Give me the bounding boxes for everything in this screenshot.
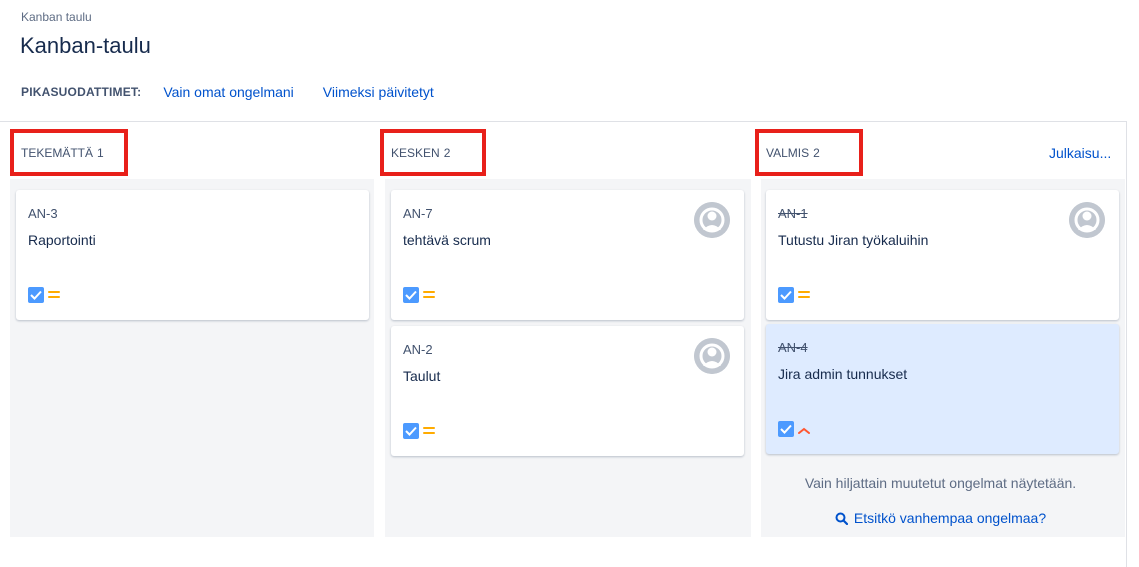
checkbox-task-icon xyxy=(403,423,419,439)
issue-summary: Taulut xyxy=(403,368,441,384)
breadcrumb[interactable]: Kanban taulu xyxy=(21,10,92,24)
issue-key[interactable]: AN-1 xyxy=(778,206,808,221)
column-count: 2 xyxy=(813,145,820,160)
issue-card[interactable]: AN-2 Taulut xyxy=(391,326,744,456)
column-header-in-progress: KESKEN 2 xyxy=(380,129,486,176)
quick-filter-recently-updated[interactable]: Viimeksi päivitetyt xyxy=(323,84,434,100)
issue-summary: Jira admin tunnukset xyxy=(778,366,908,382)
checkbox-task-icon xyxy=(403,287,419,303)
default-avatar-icon[interactable] xyxy=(694,338,730,374)
issue-key[interactable]: AN-3 xyxy=(28,206,58,221)
checkbox-task-icon xyxy=(28,287,44,303)
default-avatar-icon[interactable] xyxy=(1069,202,1105,238)
column-name: VALMIS xyxy=(766,145,810,160)
checkbox-task-icon xyxy=(778,287,794,303)
issue-summary: Raportointi xyxy=(28,232,96,248)
checkbox-task-icon xyxy=(778,421,794,437)
column-title-highlight: KESKEN 2 xyxy=(380,129,486,176)
issue-card[interactable]: AN-7 tehtävä scrum xyxy=(391,190,744,320)
issue-key[interactable]: AN-2 xyxy=(403,342,433,357)
page-title: Kanban-taulu xyxy=(20,33,151,58)
priority-medium-icon xyxy=(423,425,435,435)
priority-medium-icon xyxy=(798,289,810,299)
column-header-todo: TEKEMÄTTÄ 1 xyxy=(10,129,128,176)
recent-issues-note: Vain hiljattain muutetut ongelmat näytet… xyxy=(804,475,1077,491)
priority-medium-icon xyxy=(48,289,60,299)
issue-card[interactable]: AN-3 Raportointi xyxy=(16,190,369,320)
column-todo: AN-3 Raportointi xyxy=(10,179,374,537)
column-name: TEKEMÄTTÄ xyxy=(21,145,94,160)
quick-filters: PIKASUODATTIMET: Vain omat ongelmani Vii… xyxy=(21,84,463,100)
issue-card[interactable]: AN-1 Tutustu Jiran työkaluihin xyxy=(766,190,1119,320)
column-in-progress: AN-7 tehtävä scrum AN-2 Taulut xyxy=(385,179,751,537)
column-count: 2 xyxy=(443,145,451,160)
issue-summary: tehtävä scrum xyxy=(403,232,491,248)
search-icon xyxy=(835,512,848,528)
release-link[interactable]: Julkaisu... xyxy=(1049,145,1111,161)
default-avatar-icon[interactable] xyxy=(694,202,730,238)
priority-medium-icon xyxy=(423,289,435,299)
issue-summary: Tutustu Jiran työkaluihin xyxy=(778,232,929,248)
column-name: KESKEN xyxy=(391,145,440,160)
column-title-highlight: TEKEMÄTTÄ 1 xyxy=(10,129,128,176)
priority-high-icon xyxy=(797,423,811,434)
issue-key[interactable]: AN-4 xyxy=(778,340,808,355)
column-title-highlight: VALMIS 2 xyxy=(755,129,863,176)
column-header-done: VALMIS 2 xyxy=(755,129,863,176)
issue-key[interactable]: AN-7 xyxy=(403,206,433,221)
quick-filters-label: PIKASUODATTIMET: xyxy=(21,85,142,99)
issue-card-selected[interactable]: AN-4 Jira admin tunnukset xyxy=(766,324,1119,454)
find-older-issues-link[interactable]: Etsitkö vanhempaa ongelmaa? xyxy=(762,510,1119,528)
board-edge xyxy=(1126,121,1127,567)
column-count: 1 xyxy=(97,145,104,160)
find-older-issues-label[interactable]: Etsitkö vanhempaa ongelmaa? xyxy=(854,510,1046,526)
board-divider xyxy=(0,121,1126,122)
quick-filter-my-issues[interactable]: Vain omat ongelmani xyxy=(163,84,293,100)
